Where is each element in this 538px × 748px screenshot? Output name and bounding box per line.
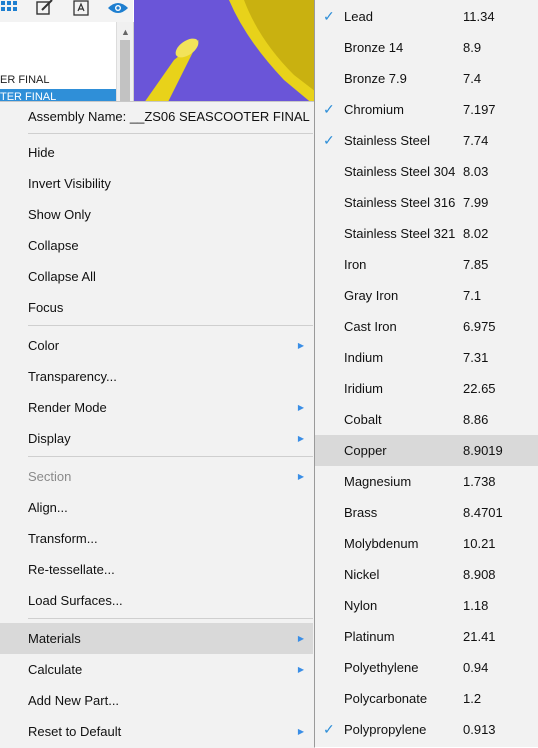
material-item-gray-iron[interactable]: Gray Iron 7.1 (315, 280, 538, 311)
material-item-iron[interactable]: Iron 7.85 (315, 249, 538, 280)
menu-item-focus[interactable]: Focus (0, 292, 313, 323)
context-menu: Assembly Name: __ZS06 SEASCOOTER FINAL H… (0, 101, 315, 748)
material-item-stainless-steel-316[interactable]: Stainless Steel 316 7.99 (315, 187, 538, 218)
menu-item-hide[interactable]: Hide (0, 137, 313, 168)
material-item-polycarbonate[interactable]: Polycarbonate 1.2 (315, 683, 538, 714)
menu-item-load-surfaces[interactable]: Load Surfaces... (0, 585, 313, 616)
material-item-nickel[interactable]: Nickel 8.908 (315, 559, 538, 590)
menu-item-render-mode[interactable]: Render Mode ▶ (0, 392, 313, 423)
material-item-platinum[interactable]: Platinum 21.41 (315, 621, 538, 652)
3d-viewport[interactable] (134, 0, 320, 110)
checkmark-icon: ✓ (323, 8, 335, 24)
edit-icon[interactable] (36, 0, 54, 16)
submenu-arrow-icon: ▶ (297, 634, 304, 643)
submenu-arrow-icon: ▶ (297, 665, 304, 674)
menu-item-transform[interactable]: Transform... (0, 523, 313, 554)
submenu-arrow-icon: ▶ (297, 403, 304, 412)
material-item-iridium[interactable]: Iridium 22.65 (315, 373, 538, 404)
checkmark-icon: ✓ (323, 132, 335, 148)
material-item-nylon[interactable]: Nylon 1.18 (315, 590, 538, 621)
assembly-tree[interactable]: ER FINAL TER FINAL ▲ (0, 22, 134, 110)
material-item-bronze-7-9[interactable]: Bronze 7.9 7.4 (315, 63, 538, 94)
material-item-polypropylene[interactable]: ✓ Polypropylene 0.913 (315, 714, 538, 745)
yellow-model-shape (139, 0, 320, 110)
menu-item-materials[interactable]: Materials ▶ (0, 623, 313, 654)
menu-item-transparency[interactable]: Transparency... (0, 361, 313, 392)
material-item-cast-iron[interactable]: Cast Iron 6.975 (315, 311, 538, 342)
menu-item-calculate[interactable]: Calculate ▶ (0, 654, 313, 685)
visibility-eye-icon[interactable] (106, 0, 130, 16)
menu-item-display[interactable]: Display ▶ (0, 423, 313, 454)
scrollbar-thumb[interactable] (120, 40, 130, 110)
material-item-stainless-steel[interactable]: ✓ Stainless Steel 7.74 (315, 125, 538, 156)
menu-divider (28, 133, 313, 134)
scroll-up-icon[interactable]: ▲ (121, 27, 130, 37)
submenu-arrow-icon: ▶ (297, 434, 304, 443)
tree-row[interactable]: ER FINAL (0, 72, 50, 88)
materials-submenu: ✓ Lead 11.34 Bronze 14 8.9 Bronze 7.9 7.4 ✓ C… (314, 0, 538, 747)
submenu-arrow-icon: ▶ (297, 727, 304, 736)
material-item-cobalt[interactable]: Cobalt 8.86 (315, 404, 538, 435)
text-annotation-icon[interactable] (72, 0, 90, 16)
material-item-magnesium[interactable]: Magnesium 1.738 (315, 466, 538, 497)
menu-item-align[interactable]: Align... (0, 492, 313, 523)
material-item-copper[interactable]: Copper 8.9019 (315, 435, 538, 466)
grid-view-icon[interactable] (0, 0, 18, 16)
material-item-polyethylene[interactable]: Polyethylene 0.94 (315, 652, 538, 683)
material-item-lead[interactable]: ✓ Lead 11.34 (315, 1, 538, 32)
submenu-arrow-icon: ▶ (297, 341, 304, 350)
assembly-name-header: Assembly Name: __ZS06 SEASCOOTER FINAL (0, 102, 314, 132)
menu-item-color[interactable]: Color ▶ (0, 330, 313, 361)
material-item-indium[interactable]: Indium 7.31 (315, 342, 538, 373)
menu-divider (28, 618, 313, 619)
material-item-brass[interactable]: Brass 8.4701 (315, 497, 538, 528)
material-item-stainless-steel-304[interactable]: Stainless Steel 304 8.03 (315, 156, 538, 187)
menu-item-collapse-all[interactable]: Collapse All (0, 261, 313, 292)
material-item-molybdenum[interactable]: Molybdenum 10.21 (315, 528, 538, 559)
menu-divider (28, 325, 313, 326)
menu-item-collapse[interactable]: Collapse (0, 230, 313, 261)
menu-item-add-new-part[interactable]: Add New Part... (0, 685, 313, 716)
menu-item-invert-visibility[interactable]: Invert Visibility (0, 168, 313, 199)
menu-item-reset-to-default[interactable]: Reset to Default ▶ (0, 716, 313, 747)
menu-divider (28, 456, 313, 457)
checkmark-icon: ✓ (323, 721, 335, 737)
menu-item-show-only[interactable]: Show Only (0, 199, 313, 230)
menu-item-re-tessellate[interactable]: Re-tessellate... (0, 554, 313, 585)
material-item-stainless-steel-321[interactable]: Stainless Steel 321 8.02 (315, 218, 538, 249)
toolbar (0, 0, 133, 23)
checkmark-icon: ✓ (323, 101, 335, 117)
material-item-bronze-14[interactable]: Bronze 14 8.9 (315, 32, 538, 63)
tree-scrollbar[interactable]: ▲ (116, 22, 133, 110)
background-app: ER FINAL TER FINAL ▲ (0, 0, 320, 110)
material-item-chromium[interactable]: ✓ Chromium 7.197 (315, 94, 538, 125)
assembly-name-label: Assembly Name: __ZS06 SEASCOOTER FINAL (28, 109, 310, 124)
submenu-arrow-icon: ▶ (297, 472, 304, 481)
menu-item-section: Section ▶ (0, 461, 313, 492)
